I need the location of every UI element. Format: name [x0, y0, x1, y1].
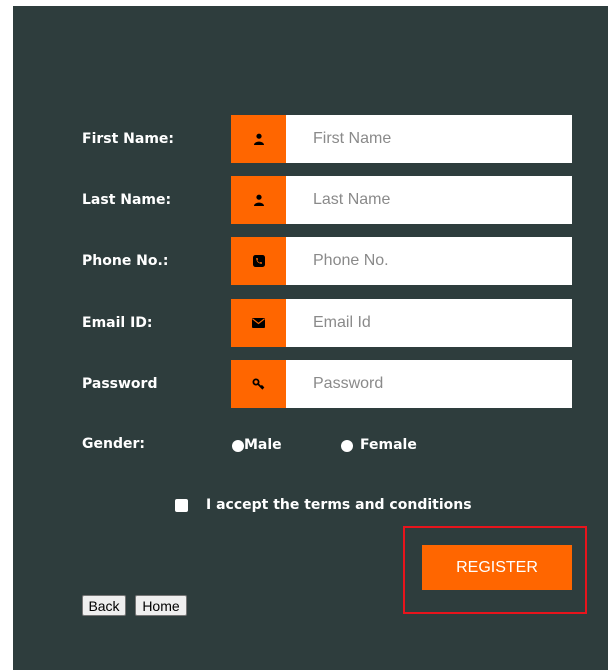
first-name-input[interactable] [286, 115, 572, 163]
password-label: Password [82, 376, 158, 392]
key-icon [231, 360, 286, 408]
first-name-row: First Name: [13, 115, 608, 163]
phone-icon [231, 237, 286, 285]
gender-male-radio[interactable] [232, 440, 244, 452]
gender-label: Gender: [82, 436, 145, 452]
phone-label: Phone No.: [82, 253, 169, 269]
gender-female-radio[interactable] [341, 440, 353, 452]
email-input[interactable] [286, 299, 572, 347]
last-name-row: Last Name: [13, 176, 608, 224]
gender-male-label[interactable]: Male [244, 437, 282, 453]
password-row: Password [13, 360, 608, 408]
user-icon [231, 176, 286, 224]
registration-panel: First Name: Last Name: Phone No.: [13, 6, 608, 670]
last-name-input[interactable] [286, 176, 572, 224]
last-name-label: Last Name: [82, 192, 172, 208]
terms-checkbox[interactable] [175, 499, 188, 512]
user-icon [231, 115, 286, 163]
password-input[interactable] [286, 360, 572, 408]
phone-input[interactable] [286, 237, 572, 285]
first-name-label: First Name: [82, 131, 175, 147]
phone-row: Phone No.: [13, 237, 608, 285]
envelope-icon [231, 299, 286, 347]
gender-female-label[interactable]: Female [360, 437, 417, 453]
terms-label[interactable]: I accept the terms and conditions [206, 497, 472, 513]
home-button[interactable]: Home [135, 595, 187, 616]
register-button[interactable]: REGISTER [422, 545, 572, 590]
email-label: Email ID: [82, 315, 153, 331]
back-button[interactable]: Back [82, 595, 126, 616]
email-row: Email ID: [13, 299, 608, 347]
